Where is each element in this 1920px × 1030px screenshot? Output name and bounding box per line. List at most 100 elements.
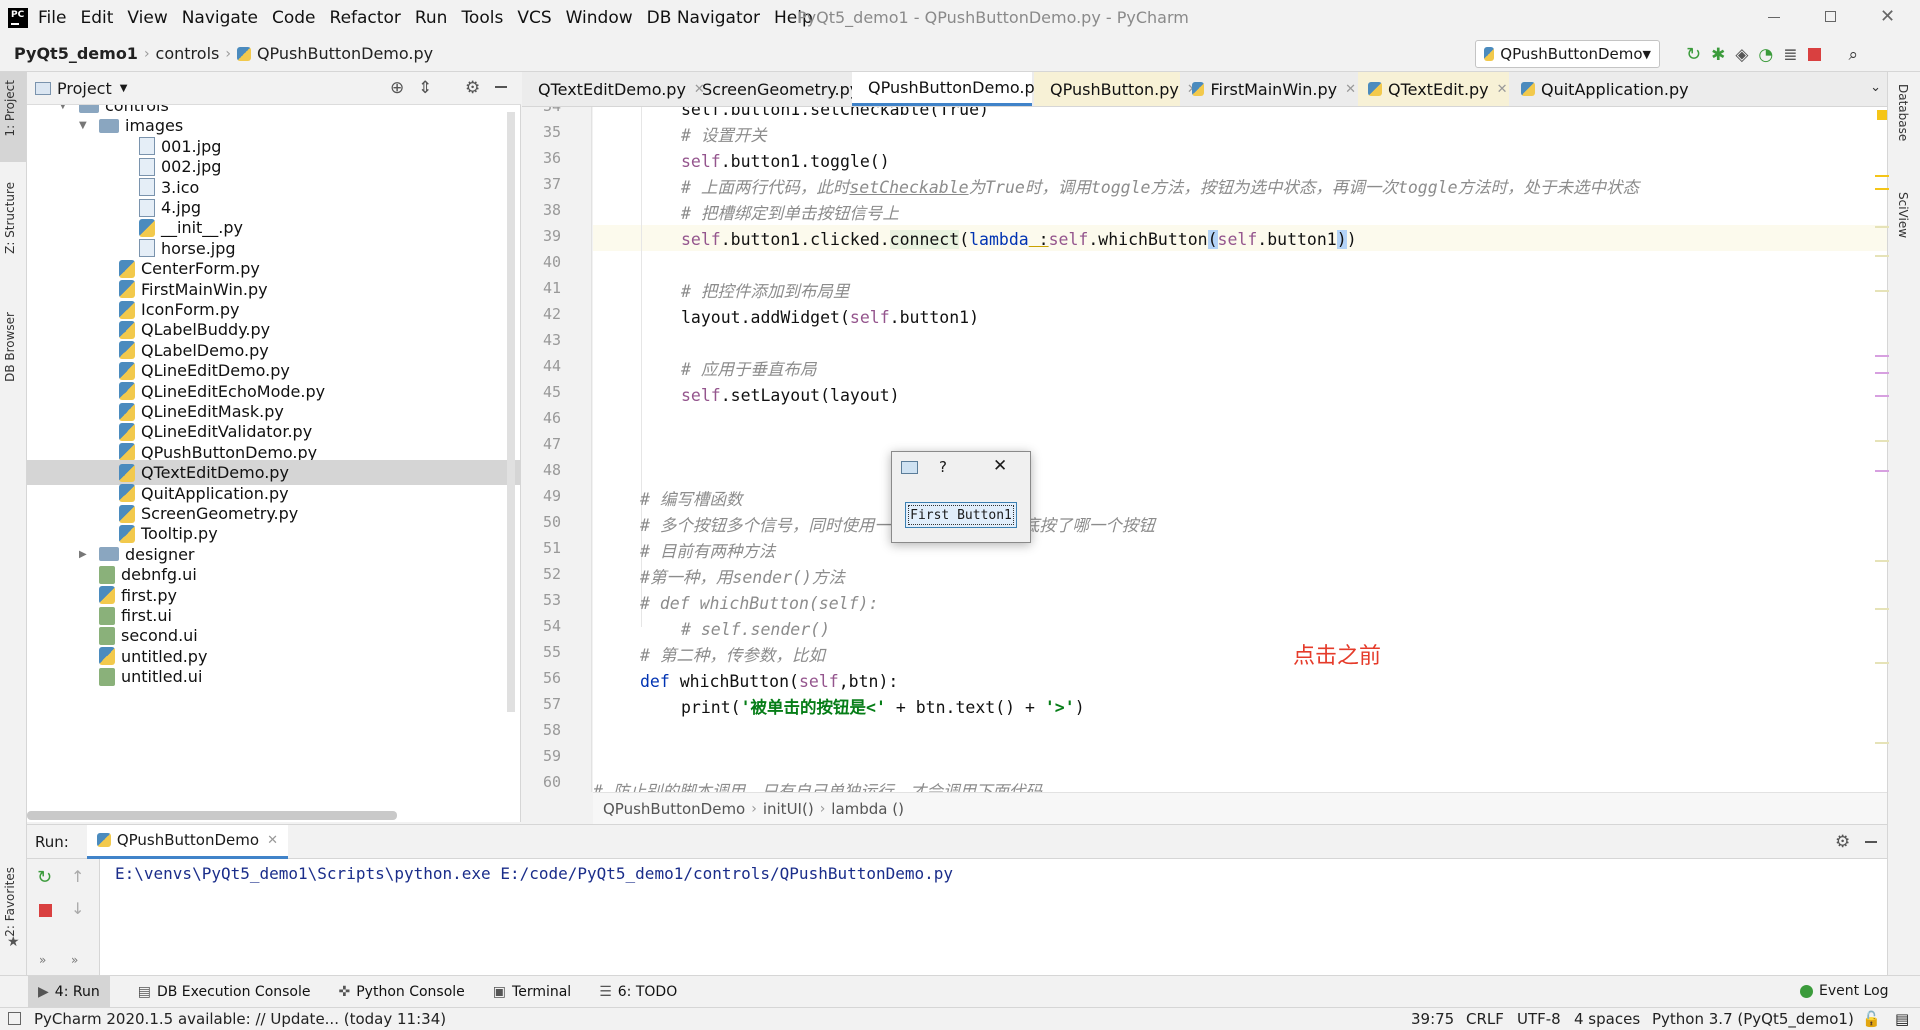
info-marker[interactable] (1875, 662, 1889, 664)
gear-icon[interactable]: ⚙ (1835, 832, 1850, 852)
editor-tab[interactable]: FirstMainWin.py ✕ (1182, 72, 1356, 106)
db-browser-tool-label[interactable]: DB Browser (3, 312, 17, 382)
warning-marker[interactable] (1875, 175, 1889, 177)
close-window-button[interactable]: ✕ (1880, 6, 1895, 27)
profile-icon[interactable]: ◔ (1758, 45, 1773, 65)
breadcrumb-folder[interactable]: controls (156, 44, 220, 63)
lock-icon[interactable]: 🔓 (1862, 1010, 1881, 1028)
structure-tool-label[interactable]: Z: Structure (3, 182, 17, 254)
info-marker[interactable] (1875, 255, 1889, 257)
editor-crumb-class[interactable]: QPushButtonDemo (603, 800, 745, 818)
editor-tab[interactable]: QPushButton.py✕ (1034, 72, 1198, 106)
console-output[interactable]: E:\venvs\PyQt5_demo1\Scripts\python.exe … (115, 864, 953, 883)
menu-file[interactable]: File (38, 8, 66, 28)
menu-navigate[interactable]: Navigate (182, 8, 258, 28)
status-message[interactable]: PyCharm 2020.1.5 available: // Update...… (34, 1010, 446, 1028)
info-marker[interactable] (1875, 226, 1889, 228)
close-icon[interactable]: ✕ (267, 833, 278, 848)
info-marker[interactable] (1875, 290, 1889, 292)
rerun-icon[interactable]: ↻ (1686, 44, 1701, 65)
python-interpreter[interactable]: Python 3.7 (PyQt5_demo1) (1652, 1010, 1854, 1028)
editor-tab[interactable]: ScreenGeometry.py✕ (686, 72, 878, 106)
tool-tab-db-console[interactable]: ▤ DB Execution Console (138, 984, 311, 1000)
stop-icon[interactable] (1807, 48, 1821, 61)
menu-edit[interactable]: Edit (80, 8, 113, 28)
editor-crumb-method[interactable]: initUI() (763, 800, 814, 818)
close-icon[interactable]: ✕ (993, 456, 1007, 476)
info-marker[interactable] (1875, 372, 1889, 374)
sciview-tool-label[interactable]: SciView (1896, 192, 1910, 238)
warning-indicator-icon[interactable] (1877, 110, 1887, 120)
debug-icon[interactable]: ✱ (1711, 45, 1725, 65)
line-separator[interactable]: CRLF (1466, 1010, 1504, 1028)
file-encoding[interactable]: UTF-8 (1517, 1010, 1561, 1028)
run-config-select[interactable]: QPushButtonDemo ▼ (1475, 40, 1660, 68)
close-icon[interactable]: ✕ (1345, 82, 1356, 97)
menu-window[interactable]: Window (566, 8, 633, 28)
coverage-icon[interactable]: ◈ (1735, 45, 1748, 65)
locate-icon[interactable]: ⊕ (390, 78, 404, 98)
chevron-down-icon[interactable]: ⌄ (1870, 80, 1881, 95)
info-marker[interactable] (1875, 608, 1889, 610)
collapse-all-icon[interactable]: ⇕ (418, 78, 432, 98)
rerun-icon[interactable]: ↻ (37, 867, 52, 888)
editor-crumb-lambda[interactable]: lambda () (831, 800, 904, 818)
tree-item[interactable]: untitled.ui (27, 664, 521, 689)
menu-vcs[interactable]: VCS (517, 8, 551, 28)
menu-run[interactable]: Run (415, 8, 448, 28)
menu-tools[interactable]: Tools (461, 8, 503, 28)
editor-tab[interactable]: QPushButtonDemo.py✕ (852, 72, 1063, 106)
expand-icon[interactable]: » (39, 953, 46, 967)
caret-position[interactable]: 39:75 (1411, 1010, 1454, 1028)
breadcrumb-project[interactable]: PyQt5_demo1 (14, 44, 138, 63)
info-marker[interactable] (1875, 395, 1889, 397)
event-log-button[interactable]: Event Log (1800, 983, 1889, 999)
project-panel-title[interactable]: Project (57, 79, 112, 98)
favorites-tool-label[interactable]: 2: Favorites (3, 867, 17, 937)
info-marker[interactable] (1875, 355, 1889, 357)
tool-tab-terminal[interactable]: ▣ Terminal (493, 984, 571, 1000)
editor-tab[interactable]: QTextEdit.py ✕ (1358, 72, 1509, 106)
menu-db-navigator[interactable]: DB Navigator (647, 8, 760, 28)
tool-tab-todo[interactable]: ☰ 6: TODO (599, 984, 677, 1000)
menu-code[interactable]: Code (272, 8, 316, 28)
chevron-down-icon[interactable]: ▼ (120, 83, 128, 94)
info-marker[interactable] (1875, 470, 1889, 472)
tool-tab-run[interactable]: ▶ 4: Run (28, 976, 110, 1007)
hide-panel-icon[interactable] (1865, 841, 1877, 843)
stop-icon[interactable] (39, 904, 52, 917)
info-marker[interactable] (1875, 440, 1889, 442)
code-editor[interactable]: self.button1.setCheckable(True) # 设置开关 s… (593, 107, 1893, 792)
project-tool-label[interactable]: 1: Project (3, 80, 17, 137)
minimize-button[interactable] (1768, 17, 1780, 18)
help-button[interactable]: ? (939, 458, 947, 476)
memory-indicator-icon[interactable]: ▤ (1895, 1010, 1909, 1028)
editor-tab[interactable]: QTextEditDemo.py ✕ (522, 72, 705, 106)
hide-panel-icon[interactable] (495, 86, 507, 88)
breadcrumb-file[interactable]: QPushButtonDemo.py (257, 44, 433, 63)
tool-tab-python-console[interactable]: ✜ Python Console (339, 984, 465, 1000)
maximize-button[interactable] (1825, 11, 1836, 22)
editor-tab[interactable]: QuitApplication.py (1511, 72, 1711, 106)
search-icon[interactable]: ⌕ (1849, 45, 1859, 65)
database-tool-label[interactable]: Database (1896, 84, 1910, 141)
up-arrow-icon[interactable]: ↑ (71, 867, 84, 886)
run-tab[interactable]: QPushButtonDemo ✕ (86, 824, 288, 859)
tree-vertical-scrollbar[interactable] (507, 112, 515, 712)
down-arrow-icon[interactable]: ↓ (71, 899, 84, 918)
favorites-star-icon[interactable]: ★ (7, 934, 20, 950)
menu-view[interactable]: View (127, 8, 167, 28)
toggle-tool-windows-icon[interactable] (8, 1012, 21, 1025)
info-marker[interactable] (1875, 560, 1889, 562)
close-icon[interactable]: ✕ (1497, 82, 1508, 97)
gear-icon[interactable]: ⚙ (465, 78, 480, 98)
collapse-arrow-icon[interactable]: ▶ (79, 549, 87, 560)
menu-refactor[interactable]: Refactor (330, 8, 401, 28)
first-button1[interactable]: First Button1 (905, 502, 1017, 528)
expand-arrow-icon[interactable]: ▼ (79, 120, 87, 131)
expand-icon[interactable]: » (71, 953, 78, 967)
info-marker[interactable] (1875, 742, 1889, 744)
warning-marker[interactable] (1875, 188, 1889, 190)
tree-horizontal-scrollbar[interactable] (27, 811, 397, 820)
indent-setting[interactable]: 4 spaces (1574, 1010, 1640, 1028)
